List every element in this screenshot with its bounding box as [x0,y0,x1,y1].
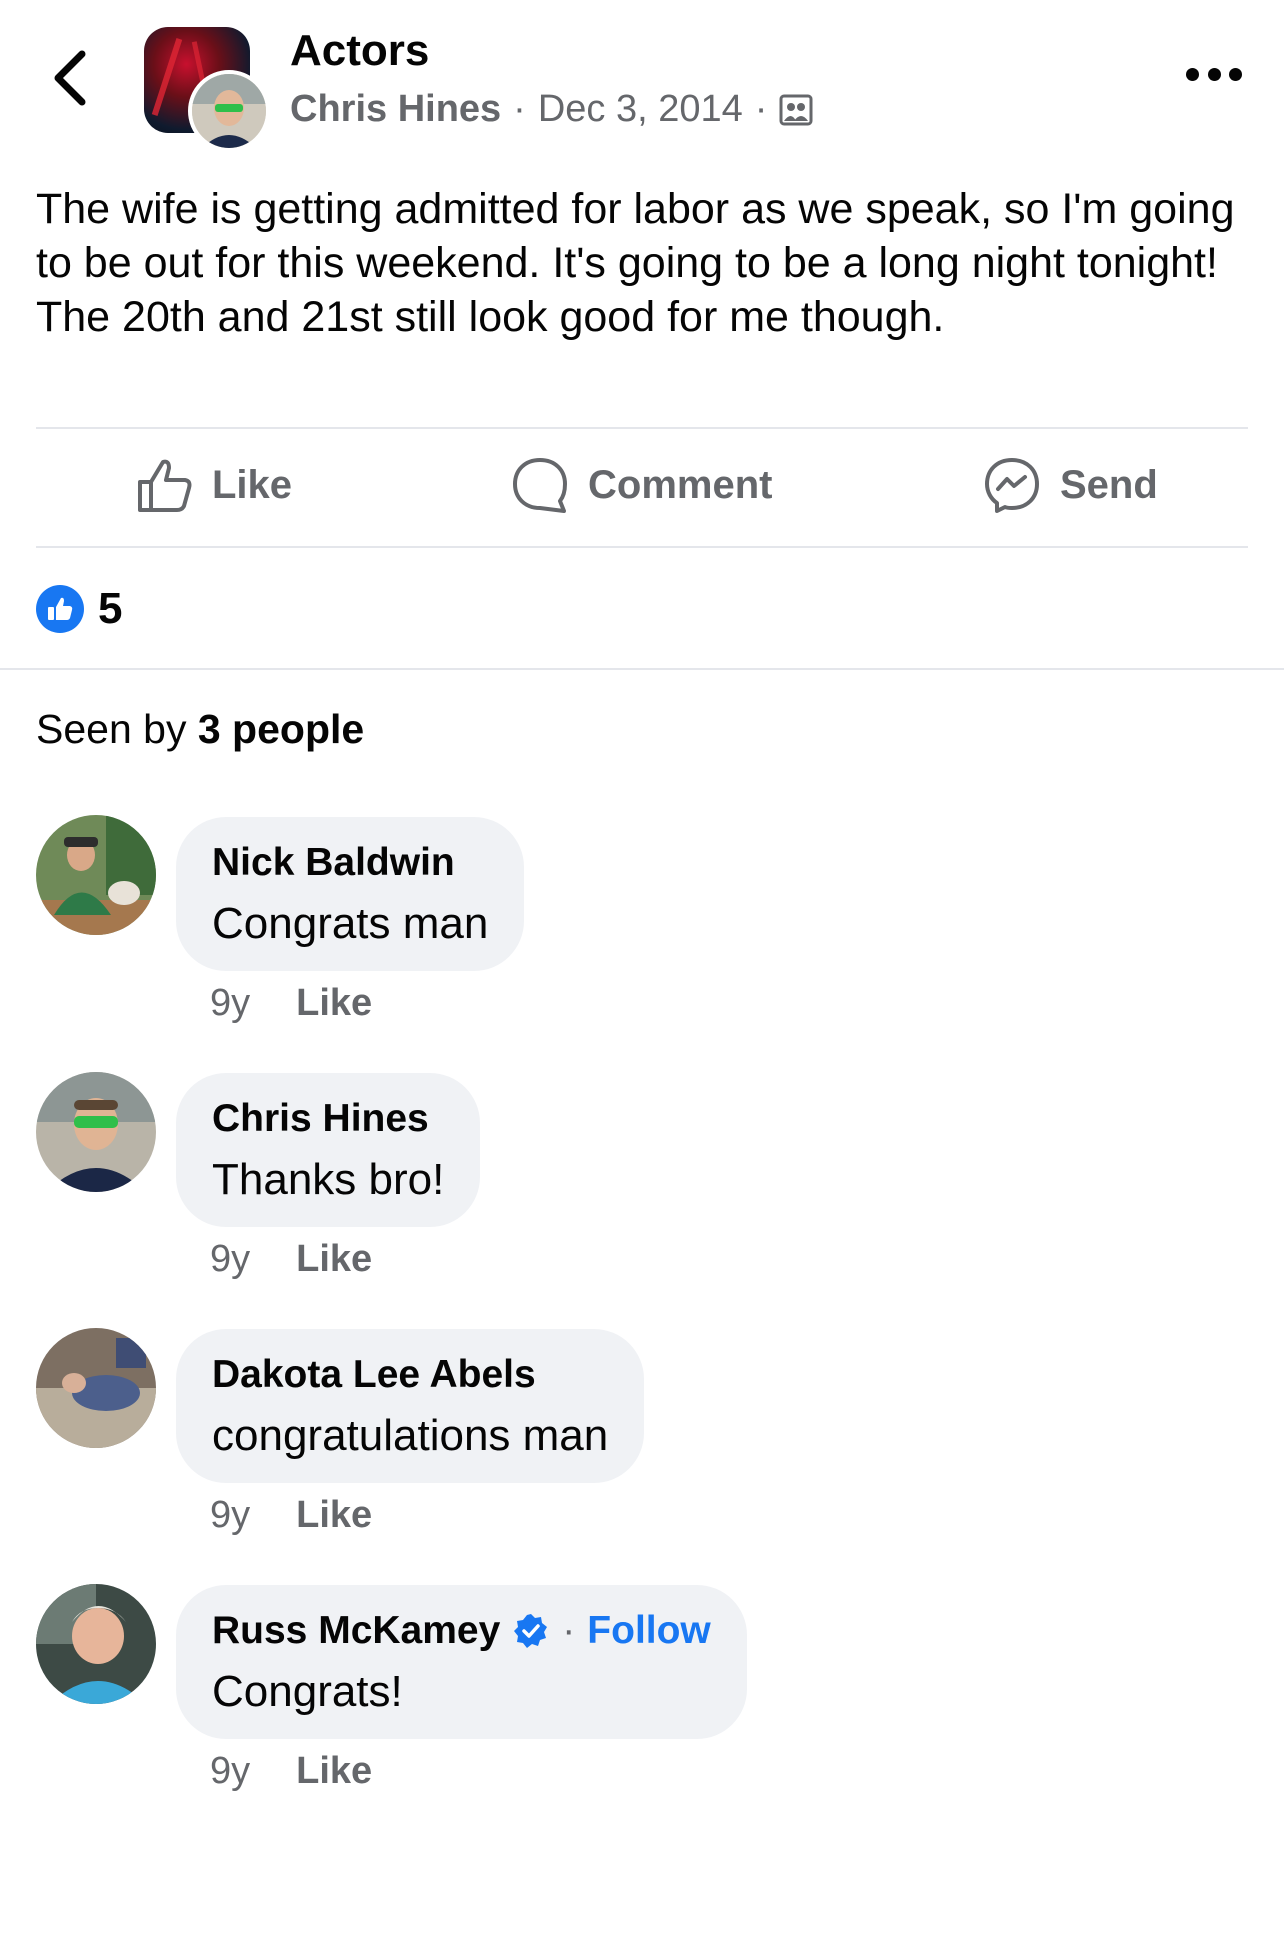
commenter-name[interactable]: Dakota Lee Abels [212,1353,608,1397]
name-separator: · [562,1609,576,1652]
group-members-icon [779,94,813,125]
comment-time: 9y [210,1494,251,1536]
post-text: The wife is getting admitted for labor a… [36,185,1235,341]
meta-separator: · [754,88,768,130]
back-button[interactable] [48,48,92,108]
group-name[interactable]: Actors [290,26,429,76]
comment-like-button[interactable]: Like [296,1750,372,1793]
like-button[interactable]: Like [136,440,292,530]
comment-bubble[interactable]: Russ McKamey · Follow Congrats! [176,1585,747,1739]
commenter-avatar[interactable] [36,1584,156,1704]
meta-separator: · [513,88,526,130]
comment-time: 9y [210,1750,251,1792]
commenter-name[interactable]: Nick Baldwin [212,841,488,885]
comment-text: Thanks bro! [212,1155,445,1204]
verified-badge-icon [512,1612,550,1650]
send-button[interactable]: Send [982,440,1158,530]
comment-label: Comment [588,462,773,507]
author-name[interactable]: Chris Hines [290,88,501,131]
more-dot-icon [1229,68,1242,81]
commenter-avatar[interactable] [36,1328,156,1448]
post-date[interactable]: Dec 3, 2014 [538,88,743,131]
divider [36,427,1248,429]
seen-by[interactable]: Seen by 3 people [36,706,364,753]
comment-meta: 9y Like [210,1238,372,1281]
comment-text: Congrats man [212,899,489,948]
thumbs-up-icon [138,459,192,512]
like-label: Like [212,462,293,507]
reaction-summary[interactable]: 5 [36,584,122,634]
commenter-name[interactable]: Chris Hines [212,1097,444,1141]
follow-button[interactable]: Follow [587,1609,710,1653]
comment-like-button[interactable]: Like [296,1494,372,1537]
comment-bubble[interactable]: Chris Hines Thanks bro! [176,1073,481,1227]
comment-meta: 9y Like [210,1750,372,1793]
more-dot-icon [1186,68,1199,81]
commenter-avatar[interactable] [36,1072,156,1192]
divider [36,546,1248,548]
commenter-avatar[interactable] [36,815,156,935]
comment-icon [513,458,567,513]
more-options-button[interactable] [1186,68,1242,82]
seen-prefix: Seen by [36,706,187,752]
messenger-icon [985,458,1039,513]
commenter-name-row: Russ McKamey · Follow [212,1609,711,1653]
chevron-left-icon [54,50,86,106]
send-label: Send [1060,462,1158,507]
post-meta: Chris Hines · Dec 3, 2014 · [290,88,813,131]
reaction-count: 5 [98,584,123,633]
comment-like-button[interactable]: Like [296,982,372,1025]
section-divider [0,668,1284,670]
comment-like-button[interactable]: Like [296,1238,372,1281]
author-avatar[interactable] [188,70,270,152]
commenter-name[interactable]: Russ McKamey [212,1609,500,1653]
comment-meta: 9y Like [210,982,372,1025]
comment-meta: 9y Like [210,1494,372,1537]
comment-bubble[interactable]: Dakota Lee Abels congratulations man [176,1329,645,1483]
comment-time: 9y [210,982,251,1024]
more-dot-icon [1207,68,1221,81]
seen-count: 3 people [197,706,365,752]
comment-text: congratulations man [212,1411,609,1460]
comment-button[interactable]: Comment [510,440,772,530]
like-reaction-icon [36,585,84,633]
comment-text: Congrats! [212,1667,403,1716]
comment-time: 9y [210,1238,251,1280]
comment-bubble[interactable]: Nick Baldwin Congrats man [176,817,525,971]
